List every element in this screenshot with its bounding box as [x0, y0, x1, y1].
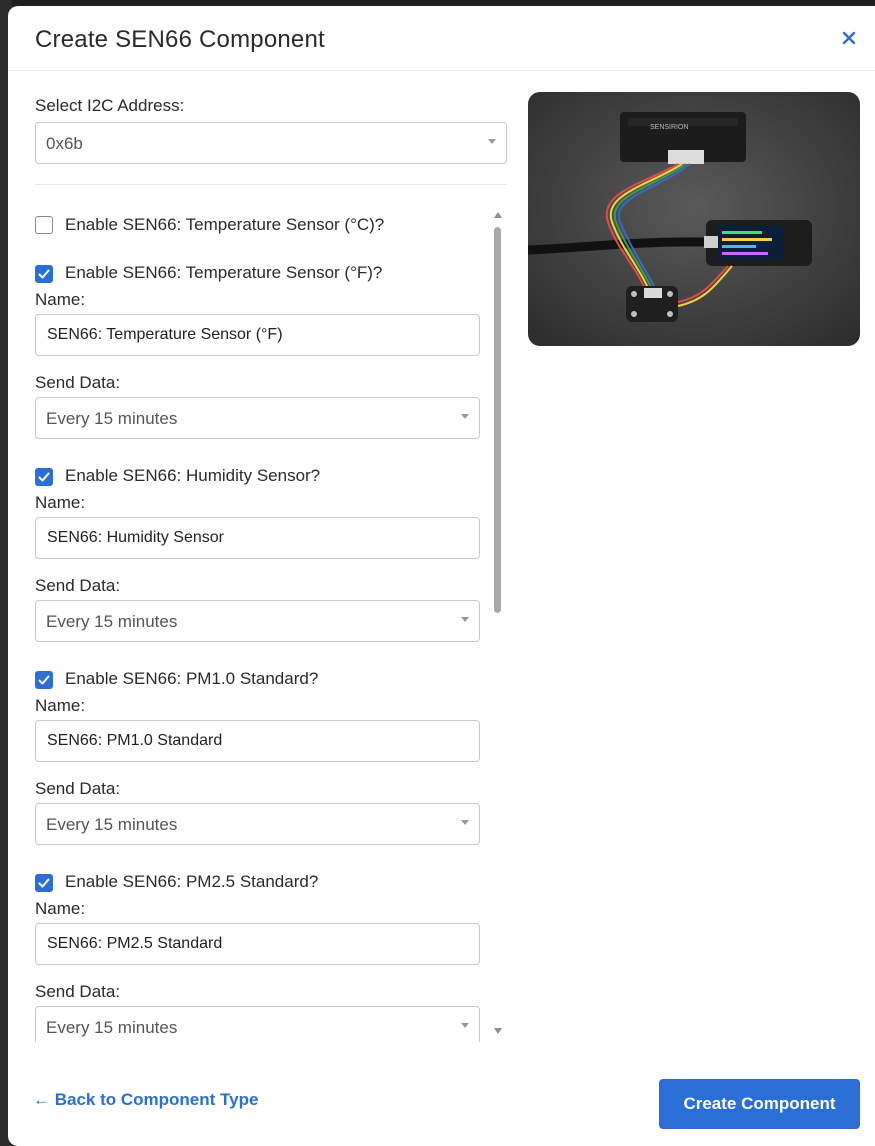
sensirion-logo-text: SENSIRION	[650, 124, 689, 131]
enable-pm1-label: Enable SEN66: PM1.0 Standard?	[65, 669, 319, 688]
enable-pm25-checkbox[interactable]	[35, 874, 53, 892]
humidity-name-input[interactable]: SEN66: Humidity Sensor	[35, 517, 480, 559]
send-data-label: Send Data:	[35, 373, 121, 392]
pm25-name-input[interactable]: SEN66: PM2.5 Standard	[35, 923, 480, 965]
divider	[35, 184, 507, 185]
enable-humidity-checkbox[interactable]	[35, 468, 53, 486]
pm25-send-data-value: Every 15 minutes	[46, 1018, 178, 1037]
close-icon	[842, 31, 856, 45]
chevron-down-icon	[488, 139, 496, 144]
sen66-product-image: SENSIRION	[528, 92, 860, 346]
name-label: Name:	[35, 899, 86, 918]
modal-header: Create SEN66 Component	[8, 6, 875, 71]
enable-temperature-c-label: Enable SEN66: Temperature Sensor (°C)?	[65, 215, 385, 234]
enable-temperature-f-checkbox[interactable]	[35, 265, 53, 283]
temperature-f-name-input[interactable]: SEN66: Temperature Sensor (°F)	[35, 314, 480, 356]
name-label: Name:	[35, 696, 86, 715]
enable-humidity-label: Enable SEN66: Humidity Sensor?	[65, 466, 321, 485]
i2c-address-select[interactable]: 0x6b	[35, 122, 507, 164]
i2c-address-value: 0x6b	[46, 134, 83, 153]
humidity-send-data-value: Every 15 minutes	[46, 612, 178, 631]
send-data-label: Send Data:	[35, 779, 121, 798]
checkmark-icon	[38, 878, 50, 888]
scroll-down-arrow-icon[interactable]	[494, 1028, 502, 1034]
checkmark-icon	[38, 675, 50, 685]
pm1-name-value: SEN66: PM1.0 Standard	[47, 732, 223, 749]
scroll-up-arrow-icon[interactable]	[494, 212, 502, 218]
checkmark-icon	[38, 472, 50, 482]
pm1-send-data-select[interactable]: Every 15 minutes	[35, 803, 480, 845]
sensor-options-scroll-area[interactable]: Enable SEN66: Temperature Sensor (°C)? E…	[8, 206, 508, 1042]
enable-pm25-label: Enable SEN66: PM2.5 Standard?	[65, 872, 319, 891]
chevron-down-icon	[461, 1023, 469, 1028]
pm25-name-value: SEN66: PM2.5 Standard	[47, 935, 223, 952]
modal-title: Create SEN66 Component	[35, 26, 325, 53]
back-to-component-type-link[interactable]: ← Back to Component Type	[33, 1090, 258, 1110]
i2c-address-label: Select I2C Address:	[35, 96, 185, 115]
enable-pm1-checkbox[interactable]	[35, 671, 53, 689]
close-button[interactable]	[837, 26, 861, 50]
create-component-button[interactable]: Create Component	[659, 1079, 860, 1129]
enable-temperature-f-label: Enable SEN66: Temperature Sensor (°F)?	[65, 263, 383, 282]
temperature-f-send-data-value: Every 15 minutes	[46, 409, 178, 428]
send-data-label: Send Data:	[35, 982, 121, 1001]
pm25-send-data-select[interactable]: Every 15 minutes	[35, 1006, 480, 1042]
humidity-send-data-select[interactable]: Every 15 minutes	[35, 600, 480, 642]
checkmark-icon	[38, 269, 50, 279]
create-component-modal: Create SEN66 Component Select I2C Addres…	[8, 6, 875, 1146]
name-label: Name:	[35, 290, 86, 309]
name-label: Name:	[35, 493, 86, 512]
chevron-down-icon	[461, 414, 469, 419]
chevron-down-icon	[461, 617, 469, 622]
temperature-f-send-data-select[interactable]: Every 15 minutes	[35, 397, 480, 439]
pm1-name-input[interactable]: SEN66: PM1.0 Standard	[35, 720, 480, 762]
scrollbar-thumb[interactable]	[494, 227, 501, 613]
scrollbar[interactable]	[493, 212, 503, 1034]
enable-temperature-c-checkbox[interactable]	[35, 216, 53, 234]
pm1-send-data-value: Every 15 minutes	[46, 815, 178, 834]
humidity-name-value: SEN66: Humidity Sensor	[47, 529, 224, 546]
chevron-down-icon	[461, 820, 469, 825]
temperature-f-name-value: SEN66: Temperature Sensor (°F)	[47, 326, 283, 343]
send-data-label: Send Data:	[35, 576, 121, 595]
